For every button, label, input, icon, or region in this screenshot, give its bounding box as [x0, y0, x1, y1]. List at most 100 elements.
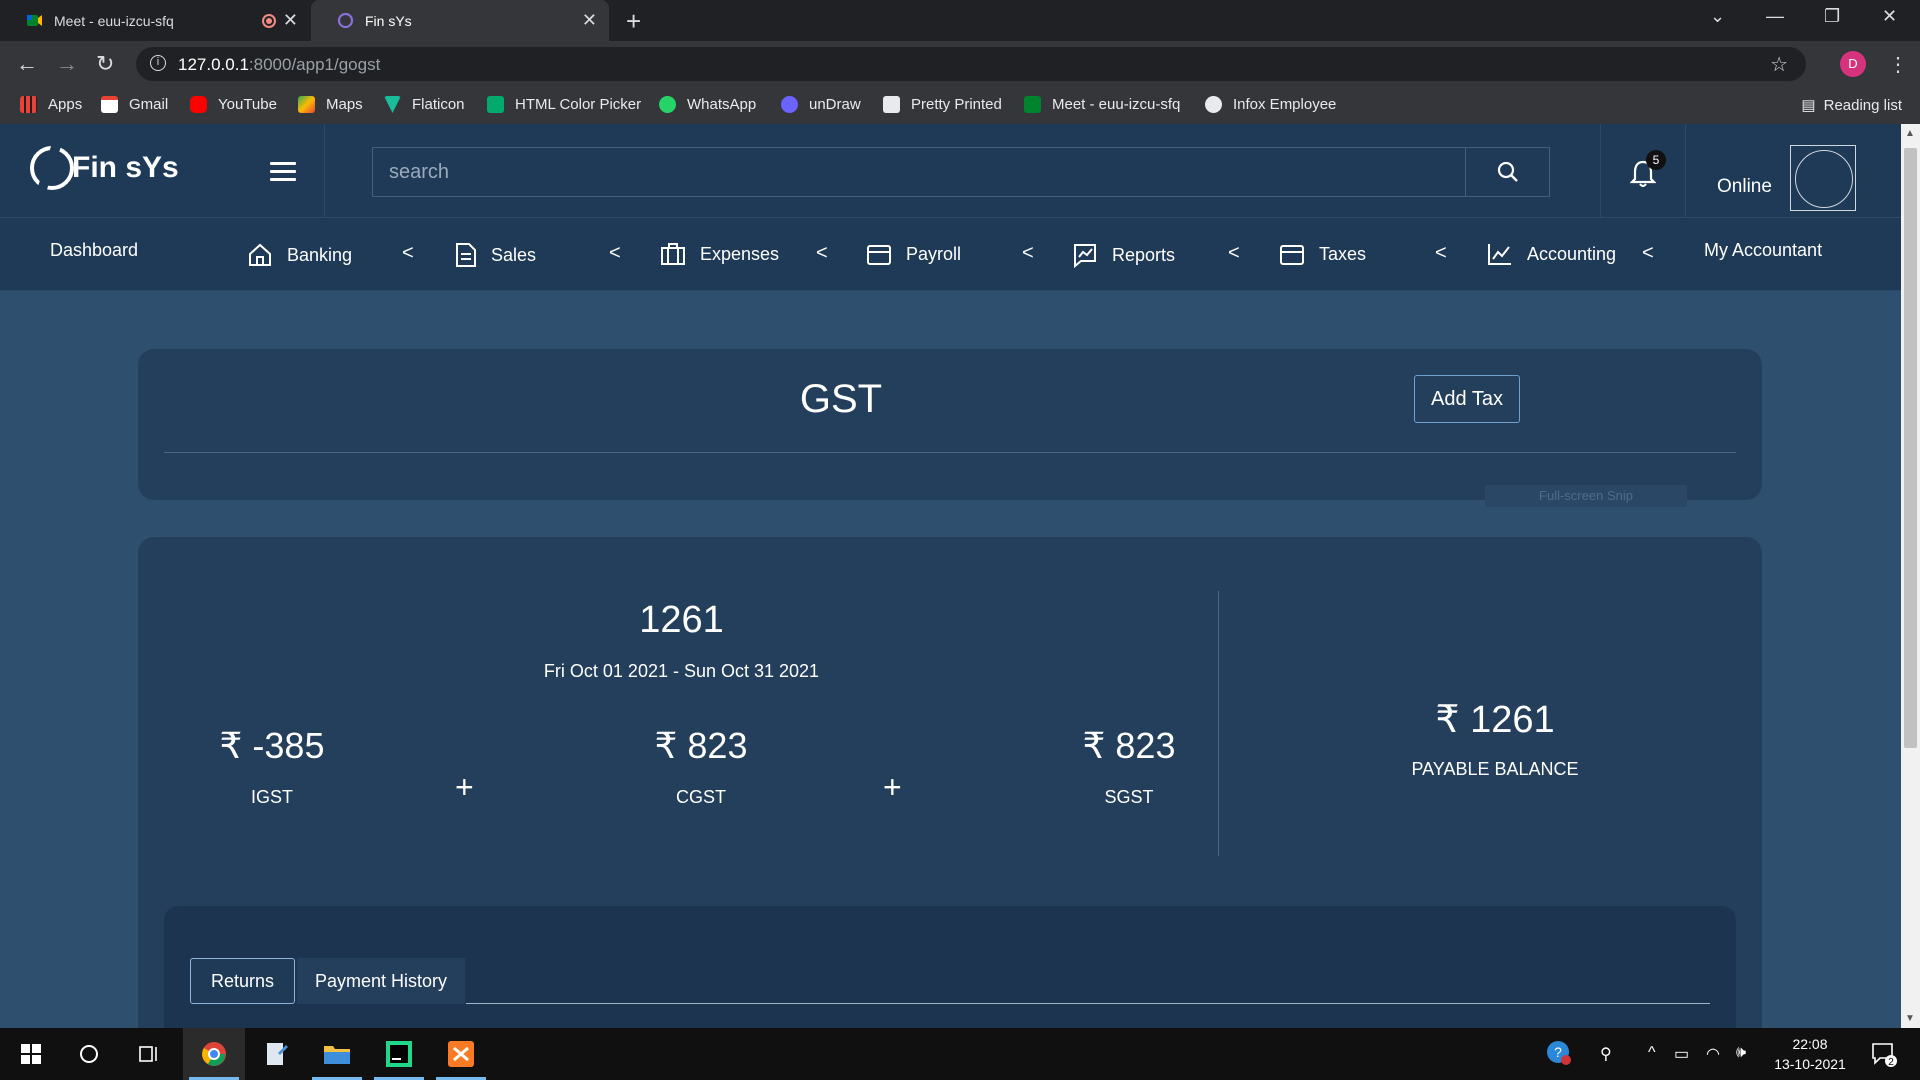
restore-icon[interactable]: ❐ — [1824, 6, 1840, 27]
new-tab-icon[interactable]: + — [626, 6, 641, 37]
tab-payment-history[interactable]: Payment History — [297, 958, 465, 1004]
windows-start-icon[interactable] — [0, 1028, 62, 1080]
tab-search-icon[interactable]: ⌄ — [1710, 6, 1725, 27]
show-hidden-icons-icon[interactable]: ^ — [1648, 1044, 1656, 1062]
apps-grid-icon — [20, 96, 37, 113]
profile-avatar[interactable]: D — [1840, 51, 1866, 77]
document-icon — [883, 96, 900, 113]
finsys-logo-icon — [30, 146, 74, 190]
battery-icon[interactable]: ▭ — [1674, 1044, 1689, 1064]
cgst-label: CGST — [675, 787, 726, 807]
help-tray-icon[interactable]: ? — [1546, 1040, 1572, 1071]
nav-reports[interactable]: Reports — [1072, 242, 1175, 268]
chevron-left-icon[interactable]: < — [609, 242, 621, 265]
search-input[interactable] — [373, 148, 1467, 196]
tab-returns[interactable]: Returns — [190, 958, 295, 1004]
close-tab-icon[interactable]: ✕ — [582, 10, 597, 31]
bookmark-maps[interactable]: Maps — [298, 96, 363, 113]
brand-name: Fin sYs — [72, 151, 179, 184]
nav-expenses[interactable]: Expenses — [660, 242, 779, 266]
nav-banking[interactable]: Banking — [247, 242, 352, 268]
google-meet-icon — [1024, 96, 1041, 113]
google-maps-icon — [298, 96, 315, 113]
reload-icon[interactable]: ↻ — [96, 51, 114, 77]
tab-title: Fin sYs — [365, 12, 412, 29]
nav-my-accountant[interactable]: My Accountant — [1704, 240, 1822, 261]
user-avatar[interactable] — [1790, 145, 1856, 211]
chevron-left-icon[interactable]: < — [816, 242, 828, 265]
chevron-left-icon[interactable]: < — [1435, 242, 1447, 265]
bookmark-meet[interactable]: Meet - euu-izcu-sfq — [1024, 96, 1180, 113]
gst-header-card: GST Add Tax Full-screen Snip — [138, 349, 1762, 507]
browser-tab-finsys[interactable]: Fin sYs ✕ — [311, 0, 609, 41]
forward-icon[interactable]: → — [56, 51, 78, 77]
nav-sales[interactable]: Sales — [455, 242, 536, 268]
people-tray-icon[interactable]: ⚲ — [1600, 1044, 1612, 1064]
close-tab-icon[interactable]: ✕ — [283, 10, 298, 31]
pycharm-taskbar-icon[interactable] — [368, 1028, 430, 1080]
line-chart-icon — [1488, 244, 1511, 265]
search-circle-icon[interactable] — [58, 1028, 120, 1080]
browser-menu-icon[interactable]: ⋮ — [1888, 52, 1908, 77]
hamburger-menu-icon[interactable] — [270, 162, 296, 182]
url-input[interactable]: i 127.0.0.1:8000/app1/gogst ☆ — [136, 47, 1806, 81]
header-divider — [1600, 124, 1601, 218]
nav-dashboard[interactable]: Dashboard — [50, 240, 138, 261]
wallet-icon — [1280, 245, 1304, 265]
bookmark-whatsapp[interactable]: WhatsApp — [659, 96, 756, 113]
bookmark-apps[interactable]: Apps — [20, 96, 82, 113]
action-center-icon[interactable]: 2 — [1870, 1040, 1898, 1073]
plus-sign: + — [455, 769, 474, 805]
home-icon — [249, 243, 271, 266]
scrollbar-thumb[interactable] — [1904, 148, 1917, 748]
nav-taxes[interactable]: Taxes — [1279, 242, 1366, 266]
plus-sign: + — [883, 769, 902, 805]
bookmark-undraw[interactable]: unDraw — [781, 96, 861, 113]
briefcase-icon — [661, 243, 685, 265]
address-bar-row: ← → ↻ i 127.0.0.1:8000/app1/gogst ☆ — [0, 41, 1920, 87]
bookmark-gmail[interactable]: Gmail — [101, 96, 168, 113]
bookmark-infox-employee[interactable]: Infox Employee — [1205, 96, 1336, 113]
system-clock[interactable]: 22:08 13-10-2021 — [1762, 1034, 1858, 1074]
search-button[interactable] — [1465, 148, 1549, 196]
bookmark-pretty-printed[interactable]: Pretty Printed — [883, 96, 1002, 113]
chevron-left-icon[interactable]: < — [1022, 242, 1034, 265]
url-text: 127.0.0.1:8000/app1/gogst — [178, 55, 381, 74]
bookmark-flaticon[interactable]: Flaticon — [384, 96, 465, 113]
bookmark-star-icon[interactable]: ☆ — [1770, 52, 1788, 77]
page-title: GST — [799, 377, 883, 421]
google-meet-icon — [26, 12, 43, 29]
page-scrollbar[interactable]: ▲ ▼ — [1901, 124, 1920, 1028]
bookmark-html-color-picker[interactable]: HTML Color Picker — [487, 96, 641, 113]
scroll-up-icon[interactable]: ▲ — [1905, 128, 1915, 139]
chevron-left-icon[interactable]: < — [1642, 242, 1654, 265]
reading-list-button[interactable]: ▤ Reading list — [1801, 96, 1902, 114]
add-tax-button[interactable]: Add Tax — [1414, 375, 1520, 423]
browser-tab-meet[interactable]: Meet - euu-izcu-sfq ✕ — [0, 0, 310, 41]
back-icon[interactable]: ← — [16, 51, 38, 77]
minimize-icon[interactable]: — — [1766, 6, 1784, 27]
chrome-taskbar-icon[interactable] — [183, 1028, 245, 1080]
scroll-down-icon[interactable]: ▼ — [1905, 1013, 1915, 1024]
notification-count-badge: 5 — [1646, 150, 1666, 170]
header-divider — [1685, 124, 1686, 218]
chevron-left-icon[interactable]: < — [402, 242, 414, 265]
task-view-icon[interactable] — [118, 1028, 180, 1080]
globe-icon — [1205, 96, 1222, 113]
nav-payroll[interactable]: Payroll — [866, 242, 961, 266]
brand-logo[interactable]: Fin sYs — [30, 146, 179, 190]
divider — [164, 452, 1736, 453]
bookmark-youtube[interactable]: YouTube — [190, 96, 277, 113]
nav-accounting[interactable]: Accounting — [1487, 242, 1616, 266]
wifi-icon[interactable]: ◠ — [1706, 1044, 1720, 1064]
notifications-button[interactable]: 5 — [1629, 150, 1666, 193]
xampp-taskbar-icon[interactable] — [430, 1028, 492, 1080]
igst-amount: ₹ -385 — [219, 725, 325, 766]
notepad-taskbar-icon[interactable] — [245, 1028, 307, 1080]
file-explorer-taskbar-icon[interactable] — [306, 1028, 368, 1080]
volume-icon[interactable]: 🕪 — [1736, 1044, 1746, 1062]
site-info-icon[interactable]: i — [150, 55, 166, 71]
chevron-left-icon[interactable]: < — [1228, 242, 1240, 265]
sgst-label: SGST — [1104, 787, 1154, 807]
window-close-icon[interactable]: ✕ — [1882, 6, 1897, 27]
